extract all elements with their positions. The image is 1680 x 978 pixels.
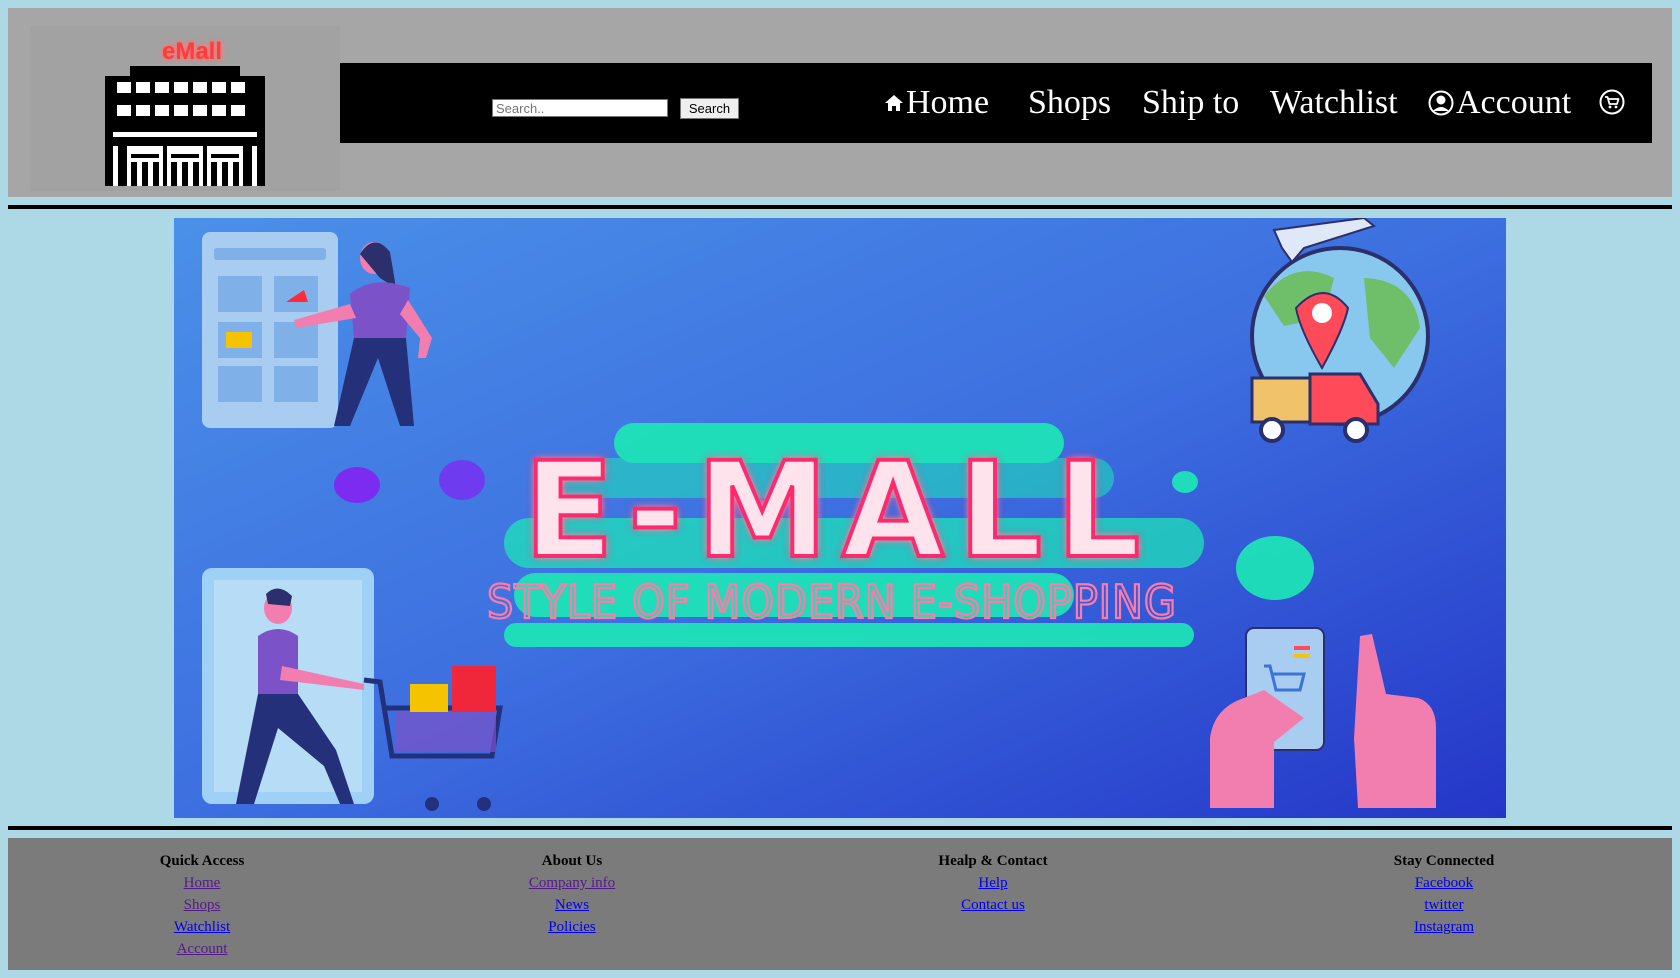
nav-ship-to[interactable]: Ship to	[1142, 83, 1239, 123]
nav-account-label: Account	[1456, 84, 1572, 121]
logo-text: eMall	[161, 38, 223, 65]
header: eMall Search.. Search Home Shops Ship to…	[8, 8, 1672, 197]
footer-divider	[8, 826, 1672, 830]
nav-home[interactable]: Home	[884, 83, 989, 123]
footer-heading-stay-connected: Stay Connected	[1393, 853, 1495, 869]
account-icon	[1428, 90, 1454, 116]
nav-shops[interactable]: Shops	[1028, 83, 1111, 123]
nav-ship-to-label: Ship to	[1142, 84, 1240, 121]
footer-link-help[interactable]: Help	[938, 872, 1047, 894]
footer-heading-about-us: About Us	[541, 853, 603, 869]
cart-icon[interactable]	[1599, 89, 1625, 115]
footer-link-shops[interactable]: Shops	[160, 894, 245, 916]
footer-link-policies[interactable]: Policies	[529, 916, 615, 938]
logo[interactable]: eMall	[30, 26, 340, 191]
home-icon	[885, 95, 903, 111]
logo-building-icon	[105, 66, 265, 186]
footer-link-company-info[interactable]: Company info	[529, 872, 615, 894]
footer-link-news[interactable]: News	[529, 894, 615, 916]
footer-stay-connected: Stay Connected Facebook twitter Instagra…	[1394, 850, 1494, 938]
tablet-illustration	[202, 232, 338, 428]
nav-shops-label: Shops	[1028, 84, 1112, 121]
search-button[interactable]: Search	[680, 98, 739, 119]
footer: Quick Access Home Shops Watchlist Accoun…	[8, 838, 1672, 970]
nav-watchlist-label: Watchlist	[1270, 84, 1398, 121]
footer-quick-access: Quick Access Home Shops Watchlist Accoun…	[160, 850, 245, 960]
banner-subtitle: STYLE OF MODERN E-SHOPPING	[487, 575, 1177, 629]
hero-banner: E-MALL STYLE OF MODERN E-SHOPPING	[174, 218, 1506, 818]
footer-link-twitter[interactable]: twitter	[1394, 894, 1494, 916]
nav-watchlist[interactable]: Watchlist	[1270, 83, 1398, 123]
footer-link-facebook[interactable]: Facebook	[1394, 872, 1494, 894]
footer-link-contact-us[interactable]: Contact us	[938, 894, 1047, 916]
footer-link-instagram[interactable]: Instagram	[1394, 916, 1494, 938]
search-input[interactable]	[492, 99, 668, 117]
footer-link-home[interactable]: Home	[160, 872, 245, 894]
footer-heading-quick-access: Quick Access	[159, 853, 245, 869]
header-divider	[8, 205, 1672, 209]
banner-title: E-MALL	[524, 434, 1155, 588]
nav-home-label: Home	[906, 84, 990, 121]
footer-about-us: About Us Company info News Policies	[529, 850, 615, 938]
navbar: Search Home Shops Ship to Watchlist Acco…	[340, 63, 1652, 143]
footer-heading-help-contact: Healp & Contact	[938, 853, 1048, 869]
footer-link-watchlist[interactable]: Watchlist	[160, 916, 245, 938]
footer-link-account[interactable]: Account	[160, 938, 245, 960]
nav-account[interactable]: Account	[1428, 83, 1571, 123]
footer-help-contact: Healp & Contact Help Contact us	[938, 850, 1047, 916]
